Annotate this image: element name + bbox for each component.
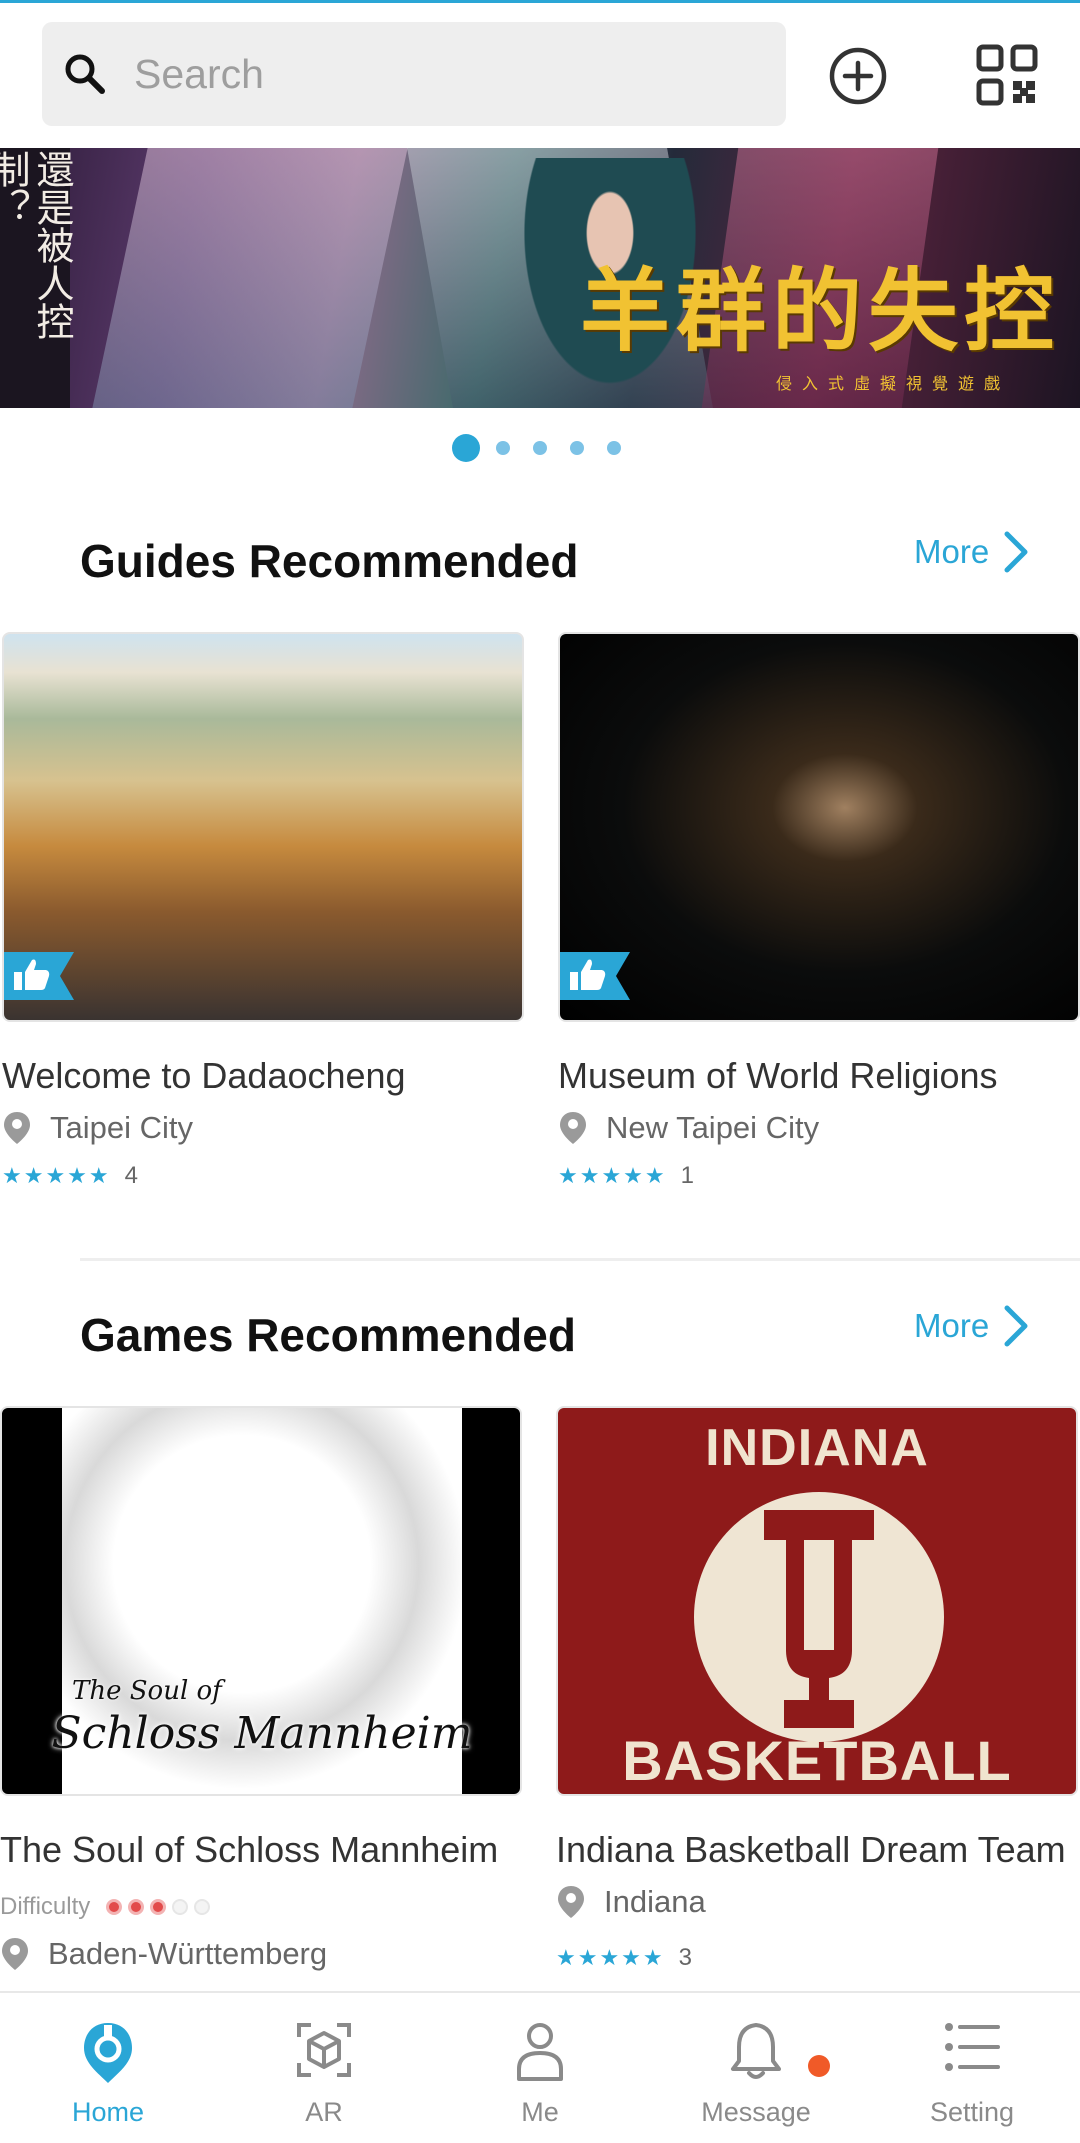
nav-label: Setting <box>929 2097 1015 2127</box>
rating-count: 4 <box>124 1162 138 1189</box>
guide-thumbnail[interactable] <box>558 632 1080 1022</box>
game-card[interactable]: INDIANA BASKETBALL Indiana Basketball Dr… <box>556 1406 1078 1971</box>
banner-art-panel <box>92 148 408 408</box>
pagination-dot[interactable] <box>607 441 621 455</box>
guide-card[interactable]: Welcome to Dadaocheng Taipei City ★★★★★ … <box>2 632 524 1189</box>
location-pin-icon <box>558 1886 584 1918</box>
star-rating-icons: ★★★★★ <box>558 1163 667 1188</box>
more-label: More <box>914 1307 990 1344</box>
difficulty-dot-filled <box>128 1899 145 1915</box>
game-location: Baden-Württemberg <box>0 1936 327 1972</box>
guide-location: New Taipei City <box>558 1110 819 1146</box>
cover-text-small: The Soul of <box>72 1676 222 1706</box>
nav-label: Home <box>71 2097 145 2127</box>
nav-tab-setting[interactable]: Setting <box>892 1993 1052 2143</box>
chevron-right-icon <box>1004 531 1028 573</box>
more-label: More <box>914 533 990 570</box>
guide-name: Welcome to Dadaocheng <box>2 1055 406 1096</box>
guides-section-title: Guides Recommended <box>80 535 579 587</box>
cover-text-bottom: BASKETBALL <box>622 1729 1012 1792</box>
guide-rating: ★★★★★ 4 <box>2 1162 138 1190</box>
search-bar[interactable] <box>42 22 786 126</box>
promo-banner[interactable]: 還是被人控制？ 羊群的失控 侵入式虛擬視覺遊戲 <box>0 148 1080 408</box>
difficulty-label: Difficulty <box>0 1893 91 1920</box>
location-pin-icon <box>4 1112 30 1144</box>
guide-thumbnail[interactable] <box>2 632 524 1022</box>
games-section-title: Games Recommended <box>80 1309 576 1361</box>
game-thumbnail[interactable]: INDIANA BASKETBALL <box>556 1406 1078 1796</box>
bottom-navigation: Home AR Me Message Setting <box>0 1991 1080 2143</box>
cover-text-top: INDIANA <box>705 1419 929 1477</box>
game-thumbnail[interactable]: The Soul of Schloss Mannheim <box>0 1406 522 1796</box>
location-label: New Taipei City <box>606 1110 820 1145</box>
star-rating-icons: ★★★★★ <box>556 1945 665 1970</box>
search-icon <box>65 54 105 94</box>
location-pin-icon <box>560 1112 586 1144</box>
notification-badge <box>808 2055 830 2077</box>
location-label: Baden-Württemberg <box>48 1936 328 1971</box>
game-rating: ★★★★★ 3 <box>556 1944 692 1972</box>
banner-pagination <box>452 434 644 462</box>
qr-code-icon[interactable] <box>976 44 1038 106</box>
pagination-dot-active[interactable] <box>452 434 480 462</box>
cover-text: Schloss Mannheim <box>51 1708 473 1759</box>
thumbs-up-badge-icon <box>560 952 630 1000</box>
location-label: Indiana <box>604 1884 706 1919</box>
nav-label: Message <box>701 2097 811 2127</box>
difficulty-dot-filled <box>150 1899 167 1915</box>
banner-title: 羊群的失控 <box>580 258 1060 364</box>
person-icon <box>517 2023 563 2081</box>
games-more-link[interactable]: More <box>914 1304 1029 1348</box>
nav-label: Me <box>521 2097 559 2127</box>
section-divider <box>80 1258 1080 1261</box>
game-location: Indiana <box>556 1884 706 1920</box>
pagination-dot[interactable] <box>496 441 510 455</box>
banner-subtitle: 侵入式虛擬視覺遊戲 <box>775 374 1010 393</box>
iu-logo-icon <box>764 1510 874 1728</box>
list-icon <box>945 2023 1000 2071</box>
nav-tab-me[interactable]: Me <box>460 1993 620 2143</box>
chevron-right-icon <box>1004 1305 1028 1347</box>
game-name: Indiana Basketball Dream Team <box>556 1829 1066 1870</box>
game-card[interactable]: The Soul of Schloss Mannheim The Soul of… <box>0 1406 522 1971</box>
search-input[interactable] <box>132 49 736 99</box>
game-difficulty: Difficulty <box>0 1893 211 1921</box>
nav-tab-home[interactable]: Home <box>28 1993 188 2143</box>
difficulty-dot-empty <box>172 1899 189 1915</box>
guide-card[interactable]: Museum of World Religions New Taipei Cit… <box>558 632 1080 1189</box>
difficulty-dot-filled <box>106 1899 123 1915</box>
guide-location: Taipei City <box>2 1110 193 1146</box>
plus-circle-icon[interactable] <box>826 44 890 108</box>
location-pin-icon <box>2 1938 28 1970</box>
rating-count: 3 <box>678 1944 692 1971</box>
rating-count: 1 <box>680 1162 694 1189</box>
pagination-dot[interactable] <box>570 441 584 455</box>
thumbs-up-badge-icon <box>4 952 74 1000</box>
home-pin-icon <box>84 2023 132 2083</box>
star-rating-icons: ★★★★★ <box>2 1163 111 1188</box>
nav-tab-ar[interactable]: AR <box>244 1993 404 2143</box>
bell-icon <box>731 2023 781 2079</box>
guide-rating: ★★★★★ 1 <box>558 1162 694 1190</box>
game-name: The Soul of Schloss Mannheim <box>0 1829 499 1870</box>
difficulty-dot-empty <box>194 1899 211 1915</box>
pagination-dot[interactable] <box>533 441 547 455</box>
nav-tab-message[interactable]: Message <box>676 1993 836 2143</box>
banner-vertical-text: 還是被人控制？ <box>0 150 74 340</box>
ar-cube-icon <box>297 2023 351 2077</box>
nav-label: AR <box>305 2097 343 2127</box>
location-label: Taipei City <box>50 1110 193 1145</box>
guides-more-link[interactable]: More <box>914 530 1029 574</box>
guide-name: Museum of World Religions <box>558 1055 998 1096</box>
top-accent-line <box>0 0 1080 3</box>
